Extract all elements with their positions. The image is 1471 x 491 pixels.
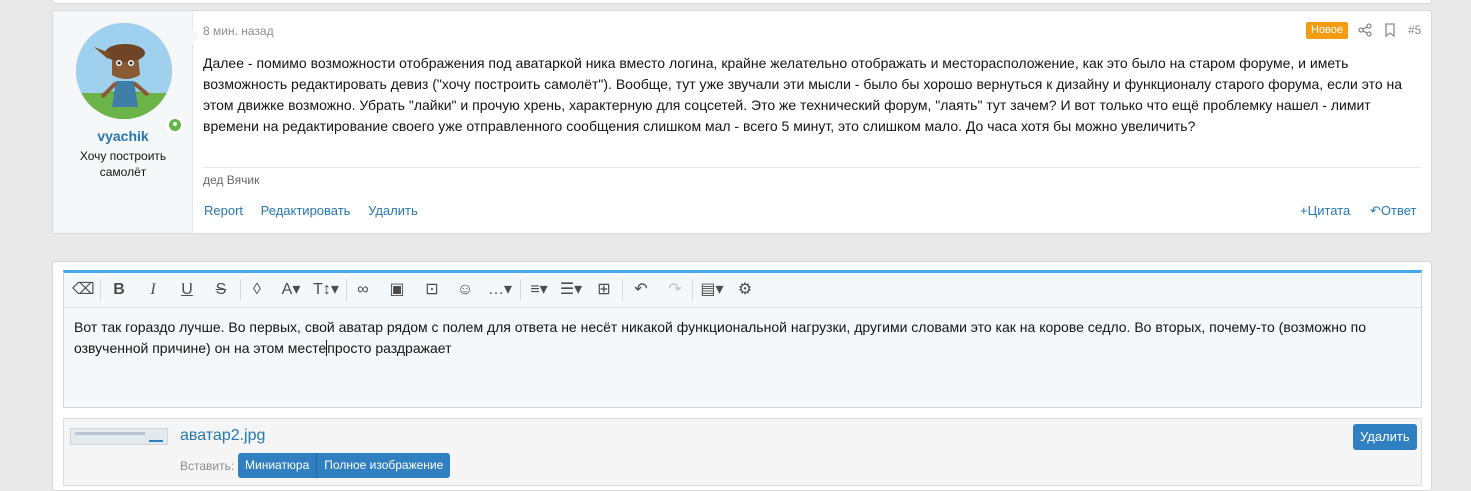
- reply-icon: ↶: [1370, 203, 1381, 218]
- list-icon[interactable]: ☰▾: [556, 279, 586, 301]
- table-icon[interactable]: ⊞: [592, 279, 616, 301]
- avatar[interactable]: [76, 23, 172, 119]
- editor-text-before-caret: Вот так гораздо лучше. Во первых, свой а…: [74, 319, 1367, 356]
- reply-link[interactable]: ↶Ответ: [1370, 203, 1417, 219]
- post-timestamp[interactable]: 8 мин. назад: [203, 24, 274, 38]
- new-badge: Новое: [1306, 22, 1349, 39]
- font-size-icon[interactable]: T↕▾: [310, 279, 342, 301]
- signature-divider: [203, 167, 1421, 168]
- editor-toolbar: ⌫ B I U S ◊ A▾ T↕▾ ∞ ▣ ⊡ ☺ …▾ ≡▾ ☰▾ ⊞ ↶ …: [64, 273, 1421, 308]
- attachment-row: аватар2.jpg Вставить: Миниатюра Полное и…: [63, 418, 1422, 486]
- italic-icon[interactable]: I: [142, 279, 164, 301]
- attachment-thumbnail[interactable]: [70, 428, 168, 445]
- post-message: Далее - помимо возможности отображения п…: [203, 55, 1403, 134]
- share-icon[interactable]: [1358, 23, 1372, 37]
- emoji-icon[interactable]: ☺: [454, 279, 476, 301]
- previous-post-edge: [52, 0, 1432, 4]
- quick-reply: ⌫ B I U S ◊ A▾ T↕▾ ∞ ▣ ⊡ ☺ …▾ ≡▾ ☰▾ ⊞ ↶ …: [52, 261, 1432, 491]
- delete-attachment-button[interactable]: Удалить: [1353, 424, 1417, 450]
- report-link[interactable]: Report: [204, 203, 243, 218]
- link-icon[interactable]: ∞: [352, 279, 374, 301]
- post-signature: дед Вячик: [203, 173, 260, 187]
- post-actions: Report Редактировать Удалить: [204, 203, 432, 218]
- more-icon[interactable]: …▾: [484, 279, 516, 301]
- edit-link[interactable]: Редактировать: [261, 203, 351, 218]
- undo-icon[interactable]: ↶: [630, 279, 652, 301]
- delete-link[interactable]: Удалить: [368, 203, 418, 218]
- insert-button-group: Миниатюра Полное изображение: [238, 453, 451, 478]
- insert-full-image-button[interactable]: Полное изображение: [316, 453, 451, 478]
- settings-icon[interactable]: ⚙: [734, 279, 756, 301]
- post-user-cell: vyachik Хочу построить самолёт: [53, 11, 200, 233]
- quote-link[interactable]: +Цитата: [1300, 203, 1350, 218]
- text-color-icon[interactable]: ◊: [246, 279, 268, 301]
- editor-input[interactable]: Вот так гораздо лучше. Во первых, свой а…: [74, 317, 1409, 359]
- drafts-icon[interactable]: ▤▾: [698, 279, 726, 301]
- image-icon[interactable]: ▣: [386, 279, 408, 301]
- eraser-icon[interactable]: ⌫: [72, 279, 95, 301]
- post-user-title: Хочу построить самолёт: [79, 149, 167, 179]
- underline-icon[interactable]: U: [176, 279, 198, 301]
- forum-post: vyachik Хочу построить самолёт 8 мин. на…: [52, 10, 1432, 234]
- editor-text-after-caret: просто раздражает: [327, 340, 452, 356]
- bookmark-icon[interactable]: [1383, 23, 1397, 37]
- align-icon[interactable]: ≡▾: [524, 279, 554, 301]
- post-username[interactable]: vyachik: [53, 128, 193, 144]
- strikethrough-icon[interactable]: S: [210, 279, 232, 301]
- media-icon[interactable]: ⊡: [420, 279, 444, 301]
- rich-text-editor: ⌫ B I U S ◊ A▾ T↕▾ ∞ ▣ ⊡ ☺ …▾ ≡▾ ☰▾ ⊞ ↶ …: [63, 270, 1422, 408]
- attachment-filename[interactable]: аватар2.jpg: [180, 427, 265, 445]
- post-number[interactable]: #5: [1408, 23, 1421, 37]
- bold-icon[interactable]: B: [108, 279, 130, 301]
- font-family-icon[interactable]: A▾: [276, 279, 306, 301]
- insert-thumbnail-button[interactable]: Миниатюра: [238, 453, 317, 478]
- insert-label: Вставить:: [180, 459, 235, 473]
- redo-icon[interactable]: ↷: [664, 279, 686, 301]
- reply-label: Ответ: [1380, 203, 1417, 218]
